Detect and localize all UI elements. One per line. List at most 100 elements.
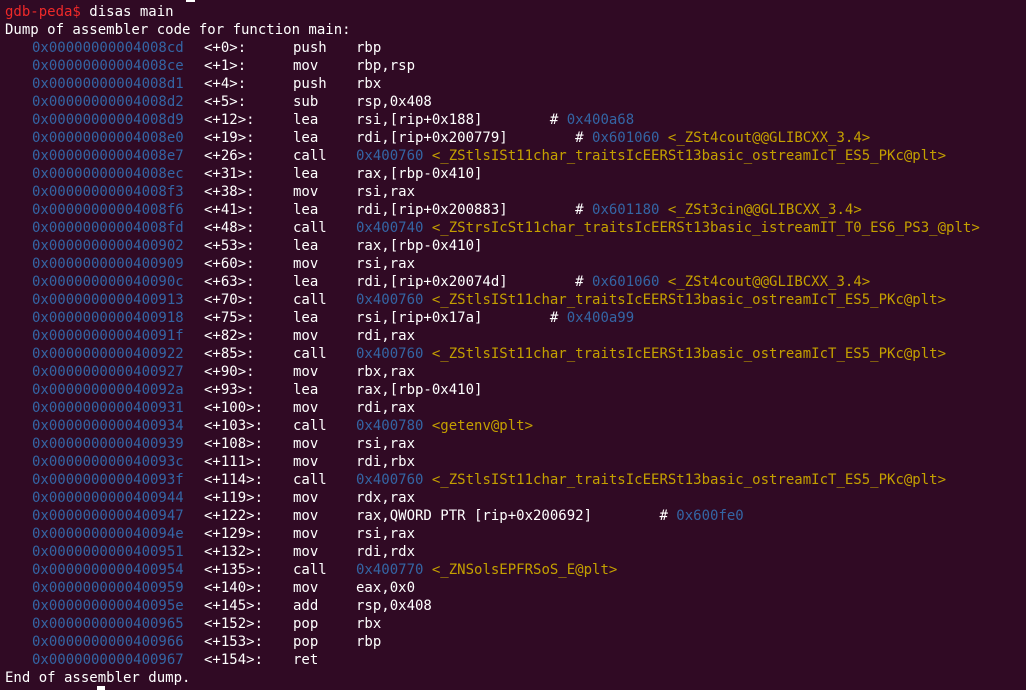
instruction-operands: 0x400760 <_ZStlsISt11char_traitsIcEERSt1… [356,147,946,165]
instruction-offset: <+75>: [204,310,255,326]
instruction-offset: <+111>: [204,454,264,470]
instruction-operands: 0x400740 <_ZStrsIcSt11char_traitsIcEERSt… [356,219,980,237]
instruction-operands: 0x400760 <_ZStlsISt11char_traitsIcEERSt1… [356,345,946,363]
comment-address: 0x400a99 [566,310,635,326]
instruction-row: 0x000000000040095e <+145>: add rsp,0x408 [5,597,1026,615]
call-target-address: 0x400780 [356,418,424,434]
instruction-address: 0x0000000000400951 [32,544,184,560]
instruction-address: 0x0000000000400966 [32,634,184,650]
instruction-address: 0x000000000040093c [32,454,184,470]
text-cursor [97,686,105,690]
instruction-row: 0x0000000000400902 <+53>: lea rax,[rbp-0x41… [5,237,1026,255]
operand-text: rsp,0x408 [356,598,432,614]
instruction-offset: <+53>: [204,238,255,254]
operand-text: rdi,rax [356,328,416,344]
instruction-row: 0x0000000000400954 <+135>: call 0x400770 <_… [5,561,1026,579]
instruction-offset: <+38>: [204,184,255,200]
instruction-operands: rax,QWORD PTR [rip+0x200692] # 0x600fe0 [356,508,744,524]
command-text: disas main [80,4,174,20]
terminal-window[interactable]: gdb-peda$ disas main Dump of assembler c… [5,3,1026,690]
instruction-offset: <+108>: [204,436,264,452]
instruction-row: 0x00000000004008d9 <+12>: lea rsi,[rip+0x18… [5,111,1026,129]
instruction-mnemonic: mov [293,580,319,596]
instruction-mnemonic: lea [293,274,319,290]
instruction-operands: rbx [356,75,381,93]
instruction-mnemonic: mov [293,364,319,380]
instruction-operands: rdi,[rip+0x200779] # 0x601060 <_ZSt4cout… [356,130,871,146]
instruction-offset: <+135>: [204,562,264,578]
instruction-address: 0x0000000000400918 [32,310,184,326]
instruction-row: 0x00000000004008ce <+1>: mov rbp,rsp [5,57,1026,75]
instruction-address: 0x00000000004008f3 [32,184,184,200]
instruction-address: 0x000000000040090c [32,274,184,290]
instruction-address: 0x0000000000400959 [32,580,184,596]
instruction-mnemonic: mov [293,544,319,560]
operand-text: rsi,[rip+0x188] [356,112,550,128]
instruction-address: 0x000000000040091f [32,328,184,344]
instruction-row: 0x0000000000400967 <+154>: ret [5,651,1026,669]
instruction-mnemonic: mov [293,526,319,542]
instruction-offset: <+90>: [204,364,255,380]
instruction-mnemonic: call [293,220,327,236]
instruction-address: 0x00000000004008ce [32,58,184,74]
instruction-offset: <+103>: [204,418,264,434]
instruction-address: 0x00000000004008f6 [32,202,184,218]
instruction-mnemonic: mov [293,508,319,524]
instruction-row: 0x00000000004008ec <+31>: lea rax,[rbp-0x41… [5,165,1026,183]
instruction-address: 0x0000000000400934 [32,418,184,434]
instruction-operands: rbx [356,615,381,633]
instruction-mnemonic: call [293,472,327,488]
call-target-address: 0x400760 [356,346,424,362]
instruction-mnemonic: call [293,346,327,362]
call-target-symbol: <_ZStrsIcSt11char_traitsIcEERSt13basic_i… [431,220,980,236]
instruction-mnemonic: lea [293,112,319,128]
operand-text: rdi,[rip+0x200779] [356,130,576,146]
instruction-address: 0x0000000000400922 [32,346,184,362]
instruction-row: 0x0000000000400918 <+75>: lea rsi,[rip+0x17… [5,309,1026,327]
instruction-operands: rdi,rbx [356,453,415,471]
instruction-mnemonic: lea [293,202,319,218]
operand-text: rbx [356,76,382,92]
instruction-offset: <+129>: [204,526,264,542]
instruction-mnemonic: sub [293,94,319,110]
instruction-offset: <+70>: [204,292,255,308]
instruction-offset: <+114>: [204,472,264,488]
instruction-operands: rdi,[rip+0x200883] # 0x601180 <_ZSt3cin@… [356,202,862,218]
instruction-offset: <+100>: [204,400,264,416]
instruction-offset: <+82>: [204,328,255,344]
instruction-offset: <+152>: [204,616,264,632]
instruction-operands: rsi,rax [356,525,415,543]
instruction-offset: <+85>: [204,346,255,362]
comment-symbol: <_ZSt4cout@@GLIBCXX_3.4> [667,130,871,146]
instruction-row: 0x00000000004008d2 <+5>: sub rsp,0x408 [5,93,1026,111]
comment-symbol: <_ZSt4cout@@GLIBCXX_3.4> [667,274,871,290]
instruction-row: 0x00000000004008f3 <+38>: mov rsi,rax [5,183,1026,201]
operand-text: rsi,rax [356,526,416,542]
operand-text: rbp [356,634,382,650]
operand-text: rsi,[rip+0x17a] [356,310,550,326]
instruction-row: 0x0000000000400922 <+85>: call 0x400760 <_Z… [5,345,1026,363]
instruction-operands: rdx,rax [356,489,415,507]
instruction-offset: <+31>: [204,166,255,182]
instruction-operands: 0x400780 <getenv@plt> [356,417,533,435]
instruction-address: 0x000000000040094e [32,526,184,542]
instruction-address: 0x0000000000400931 [32,400,184,416]
instruction-mnemonic: mov [293,454,319,470]
instruction-operands: 0x400760 <_ZStlsISt11char_traitsIcEERSt1… [356,291,946,309]
instruction-address: 0x0000000000400913 [32,292,184,308]
instruction-list: 0x00000000004008cd <+0>: push rbp 0x00000000… [5,39,1026,669]
instruction-row: 0x0000000000400931 <+100>: mov rdi,rax [5,399,1026,417]
instruction-address: 0x00000000004008cd [32,40,184,56]
call-target-address: 0x400770 [356,562,424,578]
instruction-operands: rsp,0x408 [356,93,432,111]
operand-text: rsi,rax [356,436,416,452]
operand-text: rdx,rax [356,490,416,506]
instruction-offset: <+60>: [204,256,255,272]
operand-text: rax,[rbp-0x410] [356,166,483,182]
instruction-offset: <+63>: [204,274,255,290]
instruction-mnemonic: lea [293,166,319,182]
operand-text: rdi,rbx [356,454,416,470]
instruction-operands: 0x400760 <_ZStlsISt11char_traitsIcEERSt1… [356,471,946,489]
gdb-prompt: gdb-peda$ [5,4,81,20]
instruction-row: 0x0000000000400959 <+140>: mov eax,0x0 [5,579,1026,597]
